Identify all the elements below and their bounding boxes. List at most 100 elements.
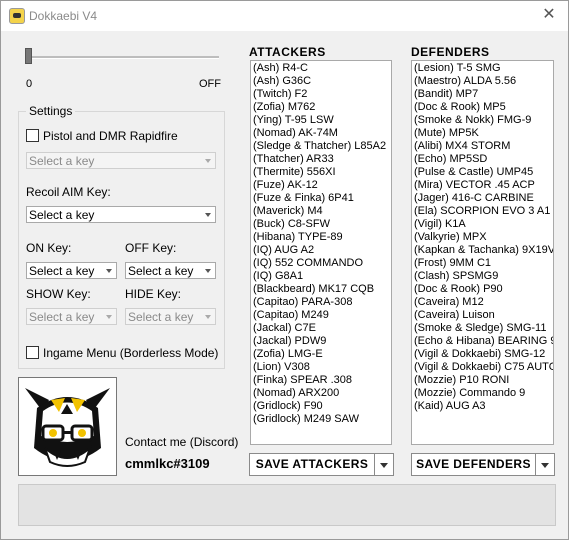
list-item[interactable]: (Smoke & Sledge) SMG-11 <box>414 322 553 335</box>
save-defenders-label[interactable]: SAVE DEFENDERS <box>412 454 536 475</box>
list-item[interactable]: (Hibana) TYPE-89 <box>253 231 391 244</box>
list-item[interactable]: (Echo) MP5SD <box>414 153 553 166</box>
list-item[interactable]: (Vigil) K1A <box>414 218 553 231</box>
list-item[interactable]: (Ela) SCORPION EVO 3 A1 <box>414 205 553 218</box>
list-item[interactable]: (Doc & Rook) P90 <box>414 283 553 296</box>
save-attackers-button[interactable]: SAVE ATTACKERS <box>249 453 394 476</box>
list-item[interactable]: (IQ) G8A1 <box>253 270 391 283</box>
list-item[interactable]: (Capitao) M249 <box>253 309 391 322</box>
list-item[interactable]: (Vigil & Dokkaebi) C75 AUTO <box>414 361 553 374</box>
recoil-key-select[interactable]: Select a key <box>26 206 216 223</box>
slider-track[interactable] <box>25 56 219 59</box>
attackers-list[interactable]: (Ash) R4-C (Ash) G36C (Twitch) F2 (Zofia) M… <box>250 60 392 445</box>
list-item[interactable]: (Buck) C8-SFW <box>253 218 391 231</box>
list-item[interactable]: (Alibi) MX4 STORM <box>414 140 553 153</box>
list-item[interactable]: (Ash) R4-C <box>253 62 391 75</box>
chevron-down-icon <box>205 213 211 217</box>
list-item[interactable]: (Zofia) LMG-E <box>253 348 391 361</box>
slider-thumb[interactable] <box>25 48 32 64</box>
list-item[interactable]: (IQ) AUG A2 <box>253 244 391 257</box>
list-item[interactable]: (Zofia) M762 <box>253 101 391 114</box>
on-key-select[interactable]: Select a key <box>26 262 117 279</box>
slider-max-label: OFF <box>199 78 221 90</box>
list-item[interactable]: (Nomad) ARX200 <box>253 387 391 400</box>
rapidfire-checkbox[interactable] <box>26 129 39 142</box>
list-item[interactable]: (Mozzie) P10 RONI <box>414 374 553 387</box>
chevron-down-icon <box>205 159 211 163</box>
contact-label: Contact me (Discord) <box>125 435 239 449</box>
list-item[interactable]: (Caveira) M12 <box>414 296 553 309</box>
save-attackers-dropdown[interactable] <box>375 454 393 475</box>
status-panel <box>18 484 556 526</box>
list-item[interactable]: (Doc & Rook) MP5 <box>414 101 553 114</box>
list-item[interactable]: (Fuze) AK-12 <box>253 179 391 192</box>
list-item[interactable]: (Bandit) MP7 <box>414 88 553 101</box>
rapidfire-key-value: Select a key <box>29 154 95 168</box>
list-item[interactable]: (Sledge & Thatcher) L85A2 <box>253 140 391 153</box>
chevron-down-icon <box>106 269 112 273</box>
list-item[interactable]: (Gridlock) F90 <box>253 400 391 413</box>
hide-key-value: Select a key <box>128 310 194 324</box>
list-item[interactable]: (Thermite) 556XI <box>253 166 391 179</box>
close-button[interactable]: ✕ <box>540 6 558 24</box>
list-item[interactable]: (Pulse & Castle) UMP45 <box>414 166 553 179</box>
list-item[interactable]: (Jackal) C7E <box>253 322 391 335</box>
defenders-list[interactable]: (Lesion) T-5 SMG (Maestro) ALDA 5.56 (Band… <box>411 60 554 445</box>
list-item[interactable]: (Jackal) PDW9 <box>253 335 391 348</box>
list-item[interactable]: (Fuze & Finka) 6P41 <box>253 192 391 205</box>
list-item[interactable]: (Echo & Hibana) BEARING 9 <box>414 335 553 348</box>
list-item[interactable]: (Nomad) AK-74M <box>253 127 391 140</box>
list-item[interactable]: (Smoke & Nokk) FMG-9 <box>414 114 553 127</box>
ingame-menu-label[interactable]: Ingame Menu (Borderless Mode) <box>43 346 218 360</box>
chevron-down-icon <box>106 315 112 319</box>
chevron-down-icon <box>205 315 211 319</box>
off-key-value: Select a key <box>128 264 194 278</box>
save-defenders-dropdown[interactable] <box>536 454 554 475</box>
list-item[interactable]: (Valkyrie) MPX <box>414 231 553 244</box>
main-window: Dokkaebi V4 ✕ 0 OFF Settings Pistol and … <box>0 0 569 540</box>
list-item[interactable]: (Mira) VECTOR .45 ACP <box>414 179 553 192</box>
list-item[interactable]: (Finka) SPEAR .308 <box>253 374 391 387</box>
list-item[interactable]: (Vigil & Dokkaebi) SMG-12 <box>414 348 553 361</box>
save-defenders-button[interactable]: SAVE DEFENDERS <box>411 453 555 476</box>
app-icon <box>9 8 25 24</box>
show-key-select[interactable]: Select a key <box>26 308 117 325</box>
settings-group-title: Settings <box>26 104 76 118</box>
hide-key-label: HIDE Key: <box>125 287 182 301</box>
list-item[interactable]: (Mute) MP5K <box>414 127 553 140</box>
list-item[interactable]: (IQ) 552 COMMANDO <box>253 257 391 270</box>
list-item[interactable]: (Gridlock) M249 SAW <box>253 413 391 426</box>
off-key-select[interactable]: Select a key <box>125 262 216 279</box>
list-item[interactable]: (Twitch) F2 <box>253 88 391 101</box>
list-item[interactable]: (Kaid) AUG A3 <box>414 400 553 413</box>
save-attackers-label[interactable]: SAVE ATTACKERS <box>250 454 375 475</box>
list-item[interactable]: (Clash) SPSMG9 <box>414 270 553 283</box>
list-item[interactable]: (Mozzie) Commando 9 <box>414 387 553 400</box>
title-bar: Dokkaebi V4 ✕ <box>1 1 568 31</box>
list-item[interactable]: (Maverick) M4 <box>253 205 391 218</box>
list-item[interactable]: (Capitao) PARA-308 <box>253 296 391 309</box>
list-item[interactable]: (Blackbeard) MK17 CQB <box>253 283 391 296</box>
list-item[interactable]: (Thatcher) AR33 <box>253 153 391 166</box>
on-key-label: ON Key: <box>26 241 72 255</box>
hide-key-select[interactable]: Select a key <box>125 308 216 325</box>
recoil-key-label: Recoil AIM Key: <box>26 185 111 199</box>
attackers-header: ATTACKERS <box>249 45 326 59</box>
discord-handle: cmmlkc#3109 <box>125 456 210 471</box>
list-item[interactable]: (Kapkan & Tachanka) 9X19VSN <box>414 244 553 257</box>
list-item[interactable]: (Maestro) ALDA 5.56 <box>414 75 553 88</box>
list-item[interactable]: (Jager) 416-C CARBINE <box>414 192 553 205</box>
dokkaebi-mask-icon <box>19 378 116 475</box>
list-item[interactable]: (Frost) 9MM C1 <box>414 257 553 270</box>
ingame-menu-checkbox[interactable] <box>26 346 39 359</box>
list-item[interactable]: (Ash) G36C <box>253 75 391 88</box>
window-title: Dokkaebi V4 <box>29 9 98 23</box>
settings-group <box>18 111 225 369</box>
list-item[interactable]: (Caveira) Luison <box>414 309 553 322</box>
list-item[interactable]: (Lion) V308 <box>253 361 391 374</box>
list-item[interactable]: (Lesion) T-5 SMG <box>414 62 553 75</box>
dokkaebi-logo <box>18 377 117 476</box>
rapidfire-key-select[interactable]: Select a key <box>26 152 216 169</box>
rapidfire-label[interactable]: Pistol and DMR Rapidfire <box>43 129 178 143</box>
list-item[interactable]: (Ying) T-95 LSW <box>253 114 391 127</box>
